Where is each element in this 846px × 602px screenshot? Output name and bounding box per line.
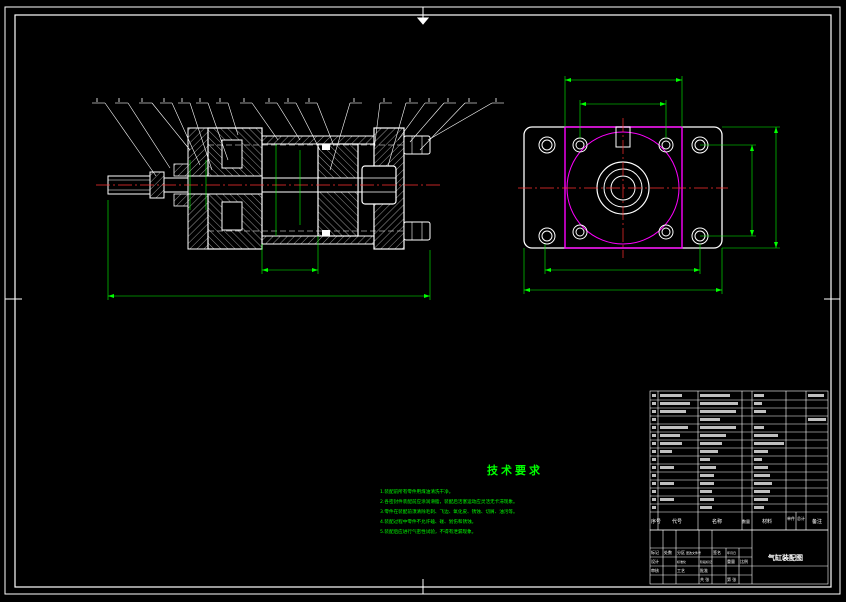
tech-req-item-4: 4.装配过程中零件不允许磕、碰、划伤和锈蚀。 [380, 518, 476, 525]
tech-req-item-1: 1.装配前所有零件用煤油清洗干净。 [380, 488, 453, 495]
label-count: 处数 [664, 549, 672, 555]
end-dimensions [523, 76, 780, 294]
header-remark: 备注 [812, 518, 822, 525]
header-no: 序号 [651, 518, 661, 525]
centring-marks [5, 7, 840, 594]
label-date: 年月日 [727, 550, 736, 555]
label-sheet-no: 第 张 [727, 576, 736, 582]
parts-list-text [652, 394, 826, 509]
label-scale: 比例 [740, 558, 748, 564]
label-sign: 签名 [713, 549, 721, 555]
header-qty: 数量 [742, 518, 750, 524]
label-weight: 重量 [727, 558, 735, 564]
header-material: 材料 [762, 518, 772, 525]
parts-list-header: 序号 代号 名称 数量 材料 单件 总计 备注 [651, 515, 822, 525]
tech-req-item-2: 2.各密封件装配前应涂润滑脂，装配后活塞运动应灵活无卡滞现象。 [380, 498, 518, 505]
label-stage: 阶段标记 [700, 559, 712, 564]
tech-req-item-3: 3.零件在装配前须清除毛刺、飞边、氧化皮、锈蚀、切屑、油污等。 [380, 508, 518, 515]
label-design: 设计 [651, 558, 659, 564]
section-view [92, 98, 504, 300]
header-name: 名称 [712, 518, 722, 525]
label-sheets: 共 张 [700, 576, 709, 582]
label-mark: 标记 [651, 549, 659, 555]
tech-requirements: 技术要求 1.装配前所有零件用煤油清洗干净。 2.各密封件装配前应涂润滑脂，装配… [380, 463, 543, 535]
part-balloon-ticks [96, 98, 497, 102]
label-review: 审核 [651, 567, 659, 573]
end-dim-arrows [524, 78, 778, 292]
end-view [518, 76, 780, 294]
outer-border [4, 6, 841, 595]
header-code: 代号 [672, 518, 682, 525]
section-dim-arrows [108, 268, 430, 298]
tech-requirements-title: 技术要求 [487, 463, 543, 477]
drawing-sheet: 技术要求 1.装配前所有零件用煤油清洗干净。 2.各密封件装配前应涂润滑脂，装配… [4, 6, 841, 595]
tech-req-item-5: 5.装配后应进行气密性试验，不得有泄漏现象。 [380, 528, 476, 535]
header-total: 总计 [797, 515, 805, 521]
tie-rod-nut-bottom [403, 221, 431, 241]
header-unit: 单件 [787, 515, 795, 521]
label-change: 更改文件号 [686, 550, 701, 555]
title-block-labels: 标记 处数 分区 更改文件号 签名 年月日 设计 标准化 审核 工艺 批准 阶段… [651, 549, 748, 582]
label-zone: 分区 [677, 549, 685, 555]
label-standard: 标准化 [677, 559, 686, 564]
tie-rod-nut-top [403, 135, 431, 155]
barrel-top [261, 135, 375, 145]
square-flange [564, 126, 683, 249]
label-process: 工艺 [677, 568, 685, 573]
drawing-title: 气缸装配图 [767, 553, 803, 562]
end-centerlines [518, 118, 728, 258]
label-approve: 批准 [700, 567, 708, 573]
